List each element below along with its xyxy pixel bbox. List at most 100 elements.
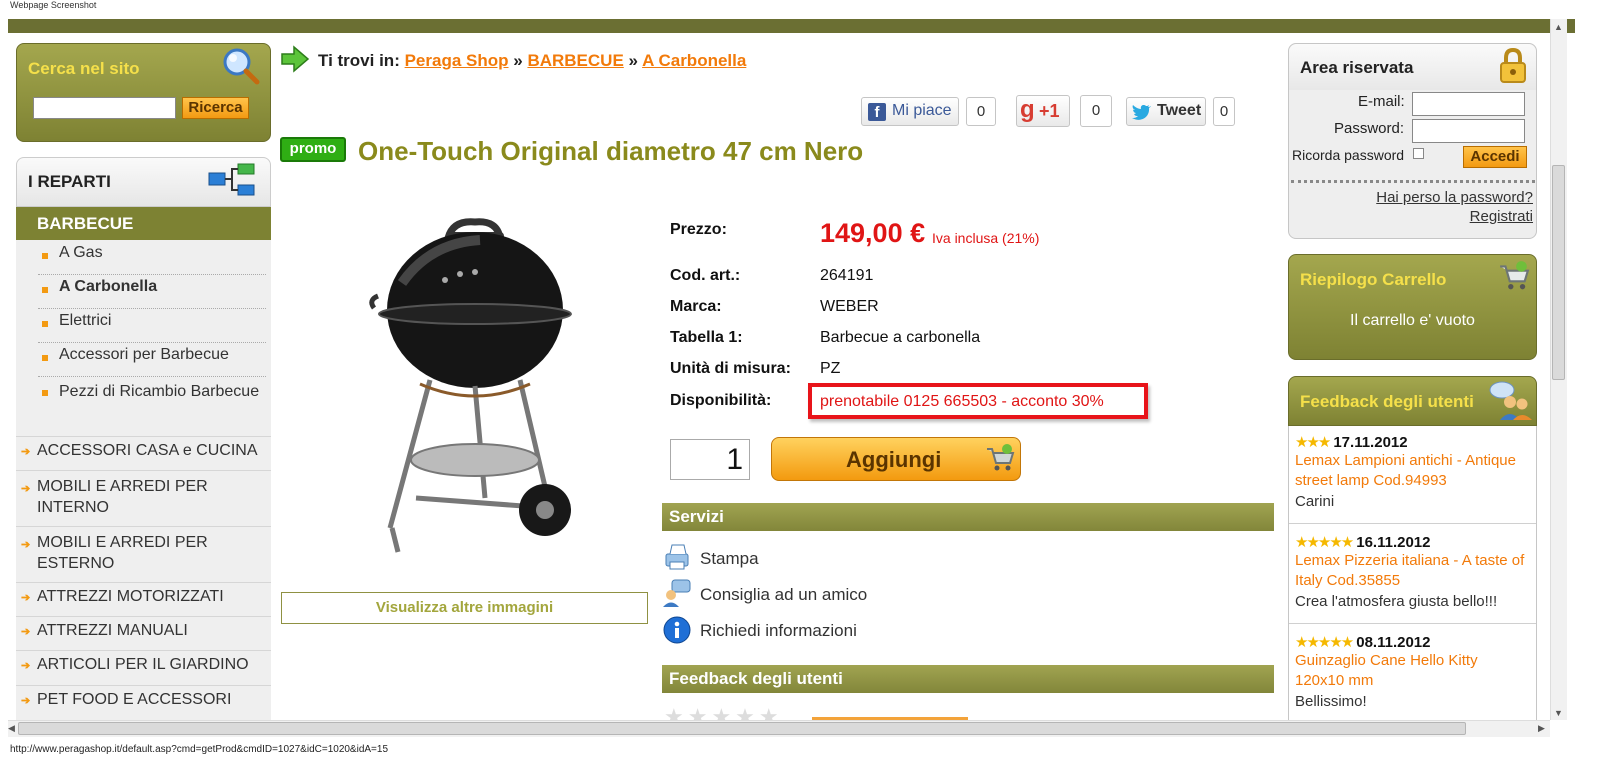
category-label: MOBILI E ARREDI PER ESTERNO xyxy=(37,534,208,572)
category-accessori-casa[interactable]: ➔ ACCESSORI CASA e CUCINA xyxy=(16,436,271,470)
remember-checkbox[interactable] xyxy=(1413,148,1424,159)
print-link[interactable]: Stampa xyxy=(700,549,759,569)
bullet-icon xyxy=(42,321,48,327)
email-label: E-mail: xyxy=(1358,93,1405,110)
category-pet-food[interactable]: ➔ PET FOOD E ACCESSORI xyxy=(16,685,271,719)
field-value-unit: PZ xyxy=(820,360,841,377)
field-label: Unità di misura: xyxy=(670,360,791,377)
feedback-title: Feedback degli utenti xyxy=(1300,392,1474,411)
arrow-icon: ➔ xyxy=(21,695,31,707)
subcategory-label: A Carbonella xyxy=(59,278,158,295)
tweet-count: 0 xyxy=(1213,97,1235,126)
field-value-table: Barbecue a carbonella xyxy=(820,329,981,346)
forgot-password-link[interactable]: Hai perso la password? xyxy=(1376,189,1533,206)
email-field[interactable] xyxy=(1412,92,1525,116)
category-label: ATTREZZI MOTORIZZATI xyxy=(37,588,224,605)
facebook-like-button[interactable]: f Mi piace xyxy=(861,97,959,126)
info-icon xyxy=(663,616,691,644)
cart-empty-message: Il carrello e' vuoto xyxy=(1350,312,1475,329)
divider xyxy=(1289,623,1536,624)
category-attrezzi-manuali[interactable]: ➔ ATTREZZI MANUALI xyxy=(16,616,271,650)
bullet-icon xyxy=(42,253,48,259)
category-giardino[interactable]: ➔ ARTICOLI PER IL GIARDINO xyxy=(16,650,271,684)
services-header: Servizi xyxy=(662,503,1274,531)
subcategory-label: Accessori per Barbecue xyxy=(59,346,229,363)
more-images-link[interactable]: Visualizza altre immagini xyxy=(281,592,648,624)
subcategory-a-gas[interactable]: A Gas xyxy=(38,244,266,275)
feedback-comment: Crea l'atmosfera giusta bello!!! xyxy=(1295,593,1498,610)
request-info-link[interactable]: Richiedi informazioni xyxy=(700,621,857,641)
search-title: Cerca nel sito xyxy=(28,59,140,78)
breadcrumb-link-home[interactable]: Peraga Shop xyxy=(405,51,509,70)
scroll-up-arrow-icon[interactable]: ▲ xyxy=(1554,22,1563,32)
search-button[interactable]: Ricerca xyxy=(182,97,249,119)
divider xyxy=(1291,180,1535,183)
feedback-item: ★★★★★ 08.11.2012 Guinzaglio Cane Hello Ki… xyxy=(1295,633,1530,710)
sitemap-icon xyxy=(208,163,255,196)
horizontal-scroll-thumb[interactable] xyxy=(18,722,1466,735)
subcategory-accessori-barbecue[interactable]: Accessori per Barbecue xyxy=(38,346,266,377)
breadcrumb-separator: » xyxy=(513,51,523,70)
search-input[interactable] xyxy=(33,97,176,119)
feedback-product-link[interactable]: Lemax Lampioni antichi - Antique street … xyxy=(1295,451,1530,491)
field-label: Cod. art.: xyxy=(670,267,741,284)
subcategory-elettrici[interactable]: Elettrici xyxy=(38,312,266,343)
feedback-item: ★★★ 17.11.2012 Lemax Lampioni antichi - A… xyxy=(1295,433,1530,510)
category-barbecue[interactable]: BARBECUE xyxy=(16,207,271,240)
remember-label: Ricorda password xyxy=(1292,147,1405,163)
register-link[interactable]: Registrati xyxy=(1470,208,1533,225)
category-mobili-esterno[interactable]: ➔ MOBILI E ARREDI PER ESTERNO xyxy=(16,526,271,581)
promo-badge: promo xyxy=(280,137,346,162)
feedback-product-link[interactable]: Guinzaglio Cane Hello Kitty 120x10 mm xyxy=(1295,651,1530,691)
arrow-icon: ➔ xyxy=(21,626,31,638)
category-mobili-interno[interactable]: ➔ MOBILI E ARREDI PER INTERNO xyxy=(16,470,271,525)
arrow-icon: ➔ xyxy=(21,592,31,604)
arrow-icon: ➔ xyxy=(21,446,31,458)
product-title: One-Touch Original diametro 47 cm Nero xyxy=(358,136,864,166)
users-chat-icon xyxy=(1489,381,1532,420)
recommend-friend-icon xyxy=(663,579,691,607)
subcategory-label: A Gas xyxy=(59,244,103,261)
cart-icon xyxy=(1500,261,1530,290)
field-value-code: 264191 xyxy=(820,267,874,284)
scroll-down-arrow-icon[interactable]: ▼ xyxy=(1554,708,1563,718)
screenshot-caption: Webpage Screenshot xyxy=(10,0,97,10)
google-plus-label: +1 xyxy=(1039,101,1060,121)
category-label: ATTREZZI MANUALI xyxy=(37,622,188,639)
printer-icon xyxy=(665,544,689,570)
magnifier-icon xyxy=(223,48,260,85)
availability-label: Disponibilità: xyxy=(670,392,772,409)
category-attrezzi-motorizzati[interactable]: ➔ ATTREZZI MOTORIZZATI xyxy=(16,582,271,616)
quantity-input[interactable]: 1 xyxy=(670,439,750,480)
star-rating-icon: ★★★ xyxy=(1295,434,1331,451)
subcategory-a-carbonella[interactable]: A Carbonella xyxy=(38,278,266,309)
feedback-product-link[interactable]: Lemax Pizzeria italiana - A taste of Ita… xyxy=(1295,551,1530,591)
login-button[interactable]: Accedi xyxy=(1463,146,1527,168)
feedback-comment: Bellissimo! xyxy=(1295,693,1367,710)
feedback-section-header: Feedback degli utenti xyxy=(662,665,1274,693)
password-field[interactable] xyxy=(1412,119,1525,143)
availability-value: prenotabile 0125 665503 - acconto 30% xyxy=(820,393,1104,410)
recommend-friend-link[interactable]: Consiglia ad un amico xyxy=(700,585,867,605)
price-vat-note: Iva inclusa (21%) xyxy=(932,230,1040,246)
arrow-icon: ➔ xyxy=(21,539,31,551)
vertical-scroll-thumb[interactable] xyxy=(1552,165,1565,380)
facebook-icon: f xyxy=(868,103,886,121)
breadcrumb-link-barbecue[interactable]: BARBECUE xyxy=(527,51,623,70)
bullet-icon xyxy=(42,355,48,361)
breadcrumb-prefix: Ti trovi in: xyxy=(318,51,400,70)
facebook-like-count: 0 xyxy=(966,97,996,126)
google-plus-button[interactable]: g +1 xyxy=(1016,95,1070,127)
divider xyxy=(1289,523,1536,524)
tweet-button[interactable]: Tweet xyxy=(1126,97,1206,126)
subcategory-ricambi-barbecue[interactable]: Pezzi di Ricambio Barbecue xyxy=(38,381,266,435)
scroll-right-arrow-icon[interactable]: ▶ xyxy=(1538,723,1545,734)
product-image[interactable] xyxy=(350,208,600,568)
tweet-label: Tweet xyxy=(1157,102,1202,119)
scroll-left-arrow-icon[interactable]: ◀ xyxy=(8,723,15,734)
price-label: Prezzo: xyxy=(670,221,727,238)
breadcrumb-link-carbonella[interactable]: A Carbonella xyxy=(642,51,746,70)
feedback-date: 08.11.2012 xyxy=(1356,634,1431,651)
password-label: Password: xyxy=(1334,120,1405,137)
bullet-icon xyxy=(42,390,48,396)
